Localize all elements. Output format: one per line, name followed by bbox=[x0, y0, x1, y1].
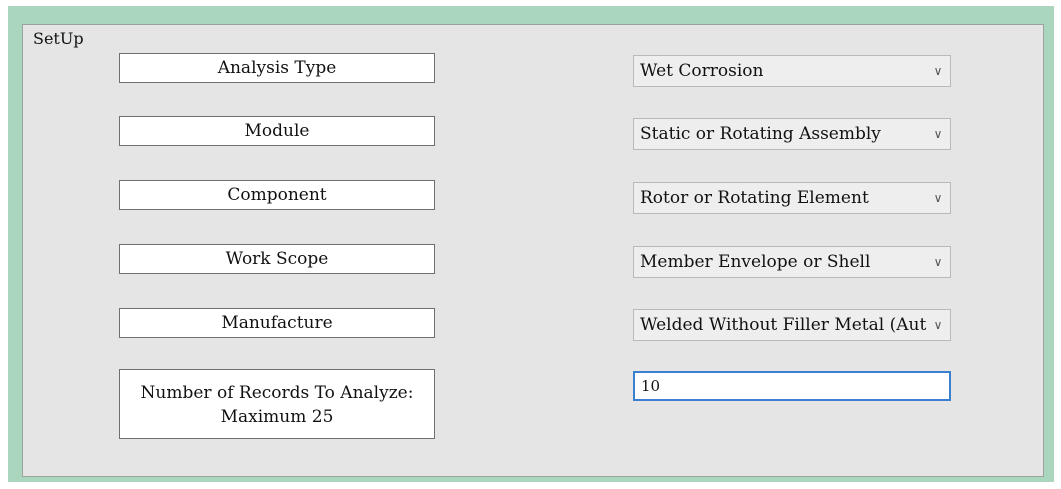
module-label-text: Module bbox=[244, 121, 310, 141]
work-scope-select[interactable]: Member Envelope or Shell ∨ bbox=[633, 246, 951, 278]
manufacture-select[interactable]: Welded Without Filler Metal (Auto ∨ bbox=[633, 309, 951, 341]
records-input-value: 10 bbox=[641, 377, 661, 395]
work-scope-label: Work Scope bbox=[119, 244, 435, 274]
records-label-line1: Number of Records To Analyze: bbox=[140, 383, 414, 403]
component-label-text: Component bbox=[227, 185, 327, 205]
component-label: Component bbox=[119, 180, 435, 210]
chevron-down-icon[interactable]: ∨ bbox=[926, 183, 950, 213]
analysis-type-label: Analysis Type bbox=[119, 53, 435, 83]
chevron-down-icon[interactable]: ∨ bbox=[926, 119, 950, 149]
analysis-type-label-text: Analysis Type bbox=[217, 58, 337, 78]
work-scope-value: Member Envelope or Shell bbox=[640, 252, 871, 272]
setup-panel: SetUp Analysis Type Wet Corrosion ∨ Modu… bbox=[22, 24, 1044, 477]
manufacture-label-text: Manufacture bbox=[221, 313, 333, 333]
panel-title: SetUp bbox=[33, 29, 84, 48]
analysis-type-value: Wet Corrosion bbox=[640, 61, 764, 81]
chevron-down-icon[interactable]: ∨ bbox=[926, 247, 950, 277]
records-label-line2: Maximum 25 bbox=[220, 407, 334, 427]
chevron-down-icon[interactable]: ∨ bbox=[926, 310, 950, 340]
analysis-type-select[interactable]: Wet Corrosion ∨ bbox=[633, 55, 951, 87]
work-scope-label-text: Work Scope bbox=[225, 249, 329, 269]
component-value: Rotor or Rotating Element bbox=[640, 188, 869, 208]
records-label: Number of Records To Analyze: Maximum 25 bbox=[119, 369, 435, 439]
manufacture-value: Welded Without Filler Metal (Auto bbox=[640, 315, 926, 335]
records-input[interactable]: 10 bbox=[633, 371, 951, 401]
chevron-down-icon[interactable]: ∨ bbox=[926, 56, 950, 86]
module-label: Module bbox=[119, 116, 435, 146]
module-value: Static or Rotating Assembly bbox=[640, 124, 881, 144]
component-select[interactable]: Rotor or Rotating Element ∨ bbox=[633, 182, 951, 214]
manufacture-label: Manufacture bbox=[119, 308, 435, 338]
module-select[interactable]: Static or Rotating Assembly ∨ bbox=[633, 118, 951, 150]
